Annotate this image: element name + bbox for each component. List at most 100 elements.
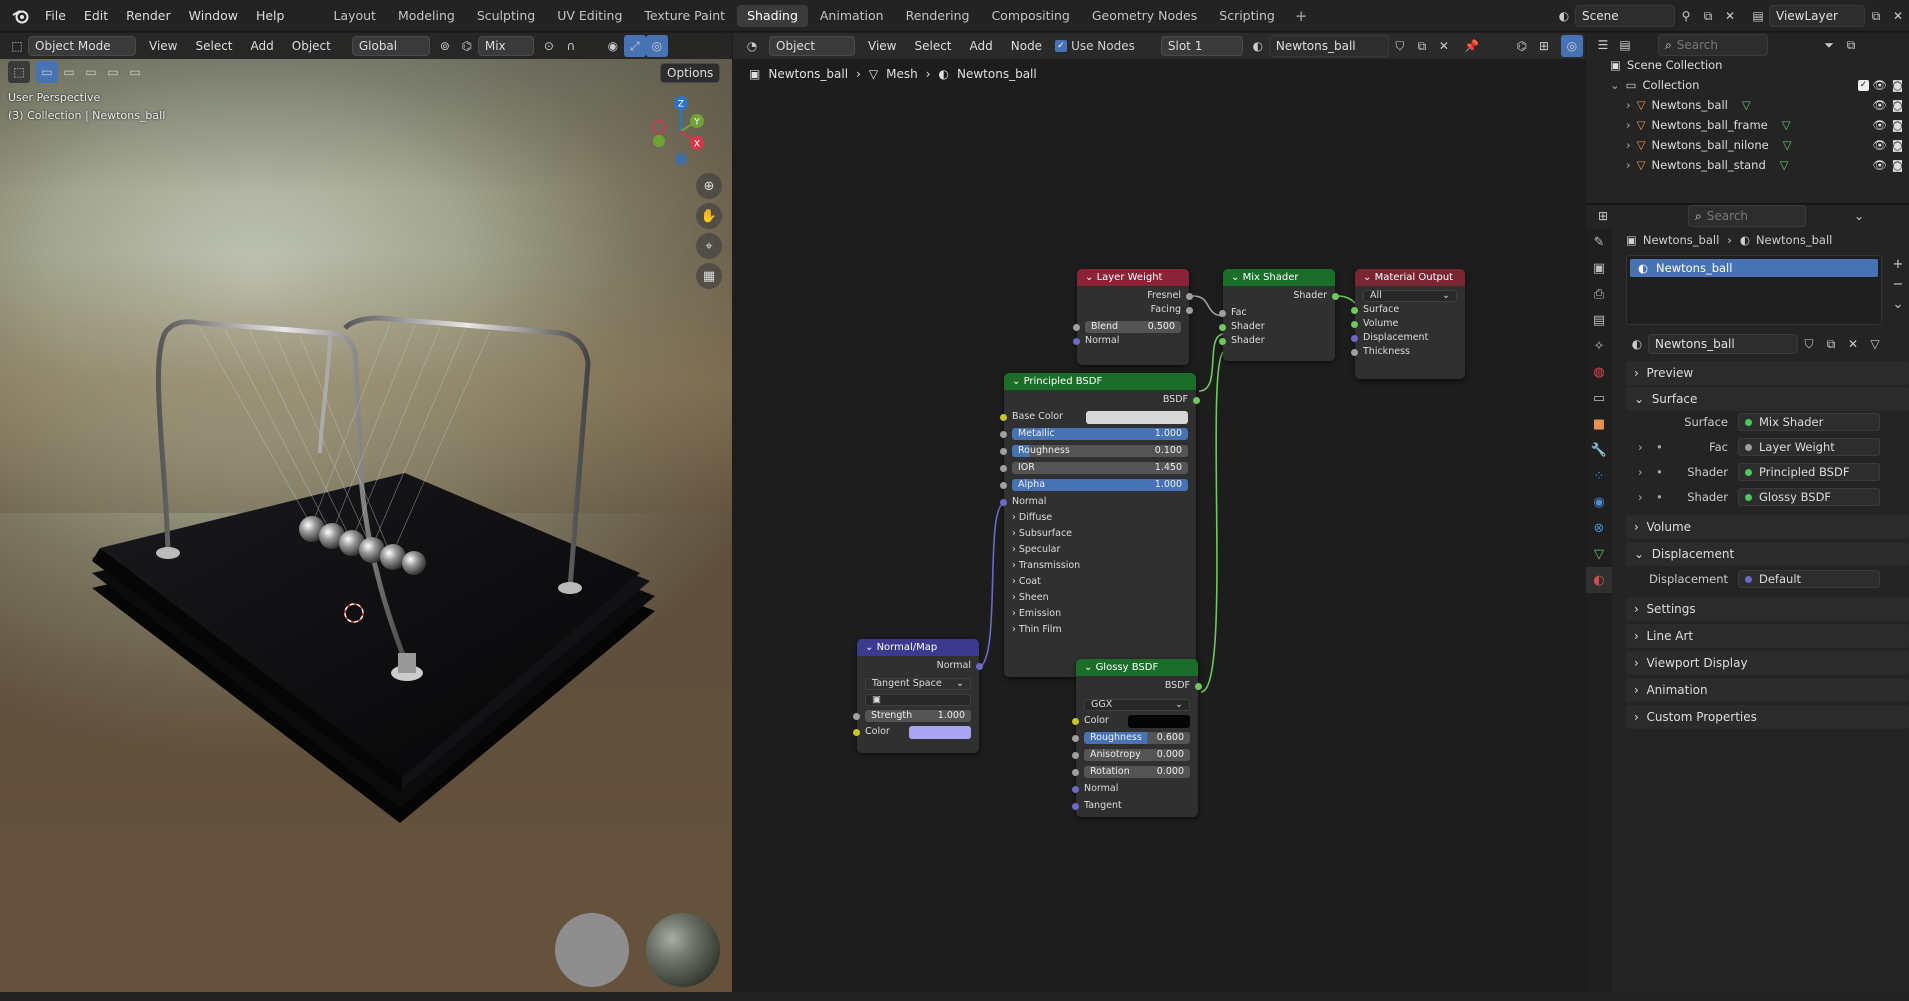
panel-specular[interactable]: › Specular [1004,543,1196,559]
object-tab-icon[interactable]: ■ [1586,411,1612,437]
pin-icon[interactable]: ⚲ [1675,5,1697,27]
uv-map-field[interactable]: ▣ [865,694,971,706]
output-socket[interactable] [1186,307,1193,314]
ortho-grid-icon[interactable]: ▦ [696,263,722,289]
outliner-item[interactable]: › ▽ Newtons_ball_frame ▽ 👁 ◙ [1586,115,1909,135]
falloff-icon[interactable]: ∩ [560,35,582,57]
anisotropy-slider[interactable]: Anisotropy 0.000 [1084,749,1190,761]
mesh-data-icon[interactable]: ▽ [1783,138,1792,152]
menu-help[interactable]: Help [247,4,294,28]
properties-options-icon[interactable]: ⌄ [1848,205,1870,227]
input-socket[interactable] [1073,338,1080,345]
tab-modeling[interactable]: Modeling [388,5,465,27]
unlink-material-icon[interactable]: ✕ [1842,333,1864,355]
select-intersect-icon[interactable]: ▭ [124,61,146,83]
tab-sculpting[interactable]: Sculpting [467,5,545,27]
data-tab-icon[interactable]: ▽ [1586,541,1612,567]
input-socket[interactable] [1000,499,1007,506]
shader1-input-field[interactable]: Principled BSDF [1738,463,1880,481]
options-dropdown[interactable]: Options [660,63,724,83]
filter-icon[interactable]: ⏷ [1818,34,1840,56]
alpha-slider[interactable]: Alpha 1.000 [1012,479,1188,491]
section-surface[interactable]: ⌄ Surface [1626,387,1909,411]
outliner-editor-icon[interactable]: ☰ [1592,34,1614,56]
camera-view-icon[interactable]: ⌖ [696,233,722,259]
eye-icon[interactable]: 👁 [1872,118,1887,132]
new-scene-icon[interactable]: ⧉ [1697,5,1719,27]
input-socket[interactable] [1000,414,1007,421]
remove-slot-button[interactable]: − [1888,275,1908,295]
editor-type-icon[interactable]: ⬚ [6,35,28,57]
shader2-input-field[interactable]: Glossy BSDF [1738,488,1880,506]
add-slot-button[interactable]: + [1888,255,1908,275]
node-material-output[interactable]: ⌄ Material Output All ⌄ Surface Volume Di… [1351,269,1465,379]
tool-tab-icon[interactable]: ✎ [1586,229,1612,255]
section-settings[interactable]: › Settings [1626,597,1909,621]
panel-subsurface[interactable]: › Subsurface [1004,527,1196,543]
view-layer-field[interactable]: ViewLayer [1769,5,1865,27]
slot-menu-button[interactable]: ⌄ [1888,295,1908,315]
menu-file[interactable]: File [36,4,75,28]
input-socket[interactable] [1073,324,1080,331]
duplicate-material-icon[interactable]: ⧉ [1820,333,1842,355]
delete-scene-icon[interactable]: ✕ [1719,5,1741,27]
viewport-menu-view[interactable]: View [140,34,186,58]
pivot-icon[interactable]: ⊚ [434,35,456,57]
camera-icon[interactable]: ◙ [1892,118,1903,132]
roughness-slider[interactable]: Roughness 0.100 [1012,445,1188,457]
section-custom-properties[interactable]: › Custom Properties [1626,705,1909,729]
input-socket[interactable] [1072,786,1079,793]
tab-rendering[interactable]: Rendering [896,5,980,27]
overlay-toggle-icon[interactable]: ◎ [645,35,668,57]
3d-viewport[interactable]: ⬚ Object Mode View Select Add Object Glo… [0,33,732,1001]
input-socket[interactable] [1219,338,1226,345]
mesh-data-icon[interactable]: ▽ [1742,98,1751,112]
mesh-data-icon[interactable]: ▽ [1780,158,1789,172]
viewport-menu-add[interactable]: Add [242,34,283,58]
strength-slider[interactable]: Strength 1.000 [865,710,971,722]
pan-hand-icon[interactable]: ✋ [696,203,722,229]
node-layer-weight[interactable]: ⌄ Layer Weight Fresnel Facing Blend 0.500… [1073,269,1193,365]
scene-field[interactable]: Scene [1575,5,1675,27]
section-displacement[interactable]: ⌄ Displacement [1626,542,1909,566]
select-extend-icon[interactable]: ▭ [58,61,80,83]
section-animation[interactable]: › Animation [1626,678,1909,702]
properties-editor-icon[interactable]: ⊞ [1592,205,1614,227]
material-tab-icon[interactable]: ◐ [1586,567,1612,593]
input-socket[interactable] [1351,307,1358,314]
expand-chevron-icon[interactable]: › [1638,440,1643,454]
expand-chevron-icon[interactable]: › [1626,98,1631,112]
normal-color-swatch[interactable] [909,726,971,739]
new-collection-icon[interactable]: ⧉ [1840,34,1862,56]
blend-slider[interactable]: Blend 0.500 [1085,321,1181,333]
camera-icon[interactable]: ◙ [1892,78,1903,92]
node-mix-shader[interactable]: ⌄ Mix Shader Shader Fac Shader Shader [1219,269,1339,361]
camera-icon[interactable]: ◙ [1892,138,1903,152]
panel-coat[interactable]: › Coat [1004,575,1196,591]
input-socket[interactable] [853,729,860,736]
menu-render[interactable]: Render [117,4,180,28]
panel-sheen[interactable]: › Sheen [1004,591,1196,607]
expand-chevron-icon[interactable]: › [1626,158,1631,172]
glossy-roughness-slider[interactable]: Roughness 0.600 [1084,732,1190,744]
eye-icon[interactable]: 👁 [1872,98,1887,112]
viewport-menu-select[interactable]: Select [186,34,241,58]
viewport-menu-object[interactable]: Object [283,34,340,58]
input-socket[interactable] [853,713,860,720]
input-socket[interactable] [1072,735,1079,742]
select-invert-icon[interactable]: ▭ [102,61,124,83]
tab-compositing[interactable]: Compositing [981,5,1079,27]
tab-texture-paint[interactable]: Texture Paint [634,5,735,27]
new-view-layer-icon[interactable]: ⧉ [1865,5,1887,27]
select-new-icon[interactable]: ▭ [36,61,58,83]
world-tab-icon[interactable]: ◍ [1586,359,1612,385]
outliner-item[interactable]: › ▽ Newtons_ball_stand ▽ 👁 ◙ [1586,155,1909,175]
properties-search-input[interactable]: ⌕ Search [1688,205,1806,227]
shader-node-editor[interactable]: ◔ Object View Select Add Node ✓ Use Node… [733,33,1585,1001]
base-color-swatch[interactable] [1086,411,1188,424]
outliner-collection[interactable]: ⌄ ▭ Collection ✓ 👁 ◙ [1586,75,1909,95]
collection-tab-icon[interactable]: ▭ [1586,385,1612,411]
snap-mix-dropdown[interactable]: Mix [477,36,534,56]
tab-scripting[interactable]: Scripting [1209,5,1285,27]
outliner-item[interactable]: › ▽ Newtons_ball ▽ 👁 ◙ [1586,95,1909,115]
